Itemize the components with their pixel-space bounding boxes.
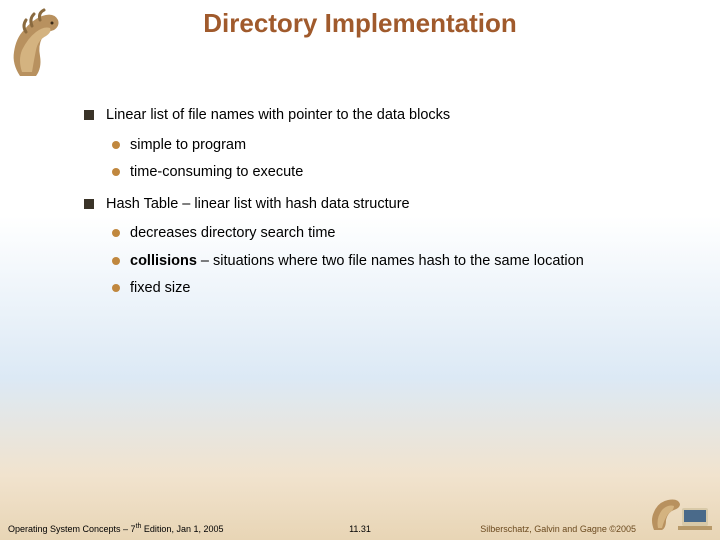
subbullet-text: simple to program <box>130 137 246 153</box>
subbullet-time-consuming: time-consuming to execute <box>112 163 680 183</box>
rest-text: – situations where two file names hash t… <box>197 253 584 269</box>
bold-term: collisions <box>130 253 197 269</box>
bullet-text: Hash Table – linear list with hash data … <box>106 196 410 212</box>
round-bullet-icon <box>112 229 120 237</box>
round-bullet-icon <box>112 141 120 149</box>
subbullet-text: fixed size <box>130 280 190 296</box>
slide: Directory Implementation Linear list of … <box>0 0 720 540</box>
round-bullet-icon <box>112 257 120 265</box>
subbullet-text: time-consuming to execute <box>130 164 303 180</box>
square-bullet-icon <box>84 199 94 209</box>
subbullet-text: collisions – situations where two file n… <box>130 253 584 269</box>
round-bullet-icon <box>112 168 120 176</box>
subbullet-simple: simple to program <box>112 136 680 156</box>
content-area: Linear list of file names with pointer t… <box>84 106 680 307</box>
square-bullet-icon <box>84 110 94 120</box>
subbullet-collisions: collisions – situations where two file n… <box>112 252 680 272</box>
round-bullet-icon <box>112 284 120 292</box>
subbullet-decreases: decreases directory search time <box>112 224 680 244</box>
subbullet-fixed-size: fixed size <box>112 279 680 299</box>
slide-title: Directory Implementation <box>0 8 720 39</box>
bullet-hash-table: Hash Table – linear list with hash data … <box>84 195 680 215</box>
bullet-linear-list: Linear list of file names with pointer t… <box>84 106 680 126</box>
footer-right: Silberschatz, Galvin and Gagne ©2005 <box>480 524 636 534</box>
bullet-text: Linear list of file names with pointer t… <box>106 107 450 123</box>
subbullet-text: decreases directory search time <box>130 225 336 241</box>
